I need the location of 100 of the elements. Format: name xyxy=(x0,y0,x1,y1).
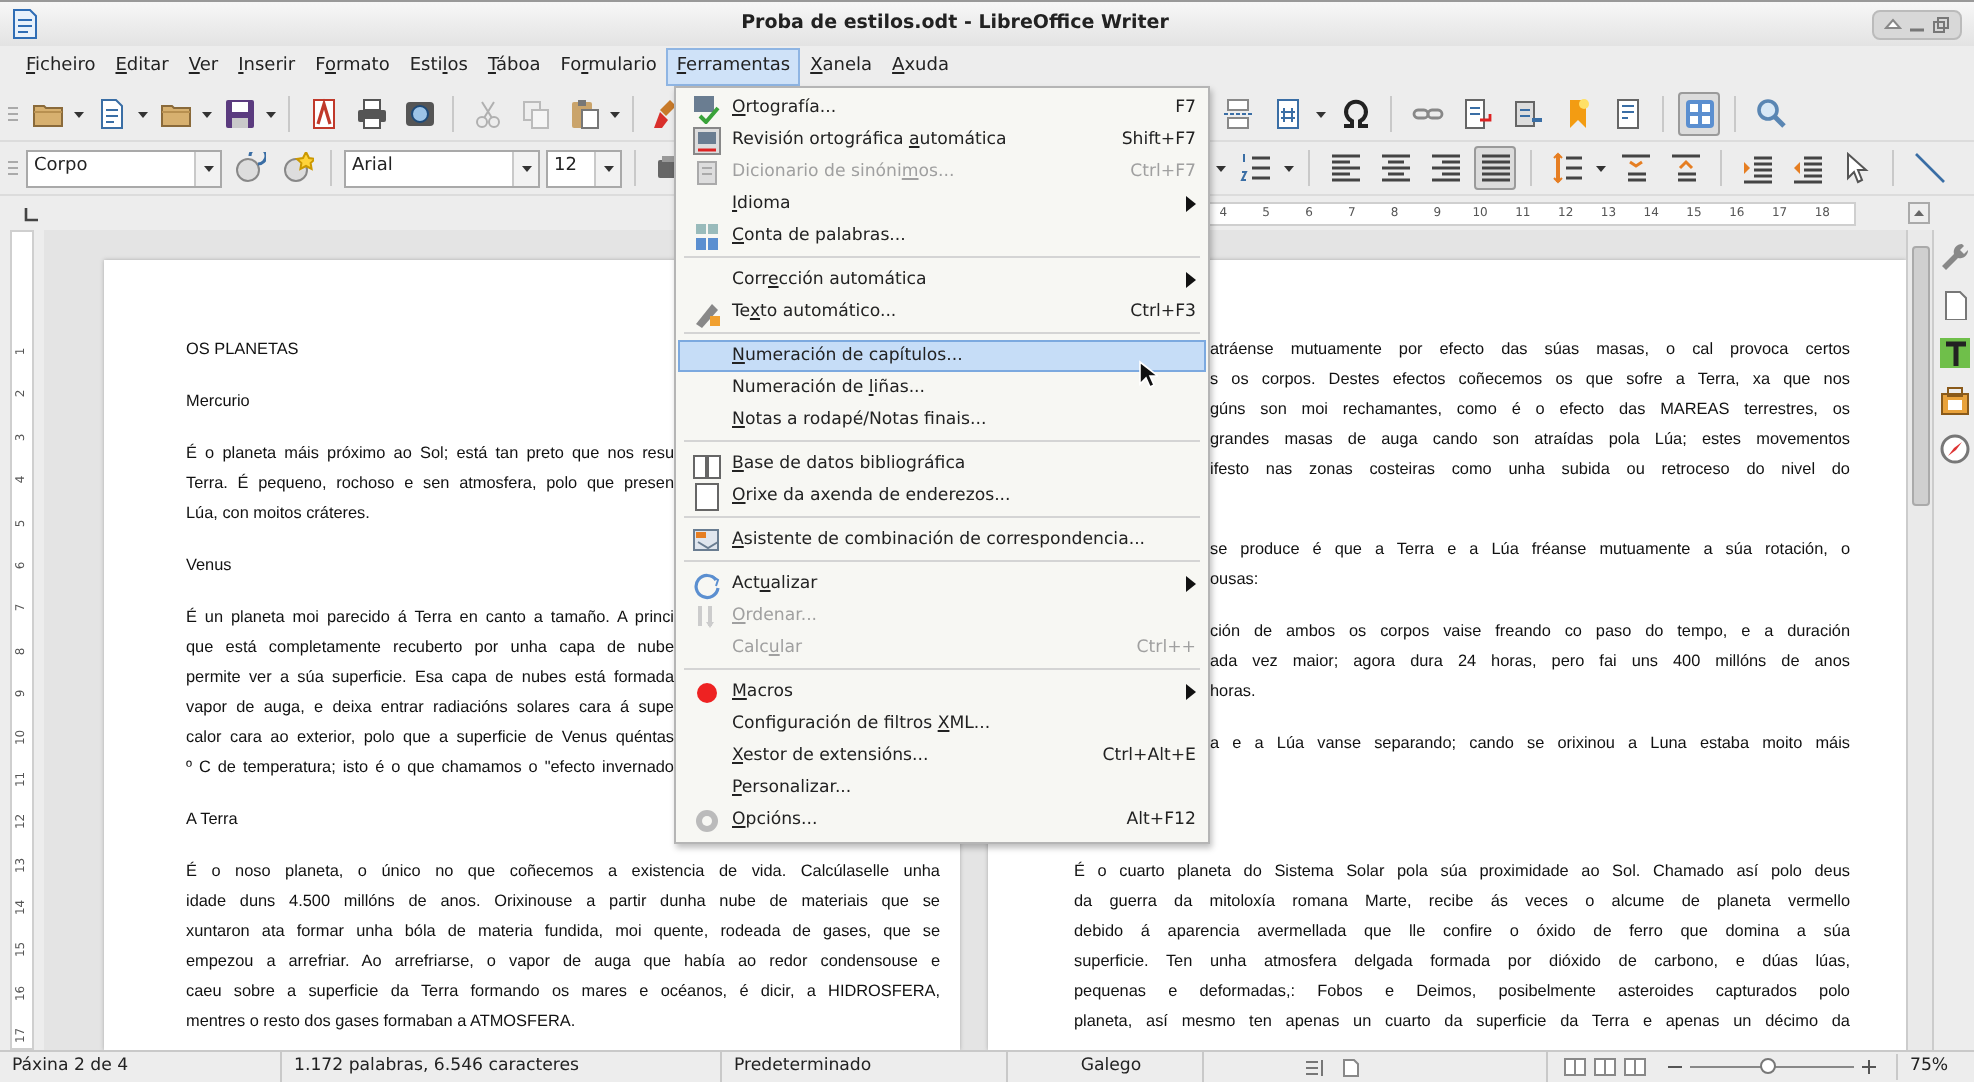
spacing-increase-icon[interactable] xyxy=(1619,152,1651,184)
menu-item[interactable]: Conta de palabras... xyxy=(678,220,1206,252)
caret-icon[interactable] xyxy=(1284,165,1294,171)
text-line: ousas: xyxy=(1210,568,1259,592)
menu-item[interactable]: Xanela xyxy=(800,47,883,87)
page-icon[interactable] xyxy=(1939,290,1969,320)
print-preview-icon[interactable] xyxy=(403,98,435,130)
compass-icon[interactable] xyxy=(1939,434,1969,464)
clipboard-icon[interactable] xyxy=(567,98,599,130)
caret-icon[interactable] xyxy=(138,111,148,117)
menu-item[interactable]: Formulario xyxy=(550,47,667,87)
caret-icon[interactable] xyxy=(1216,165,1226,171)
word-count-icon xyxy=(691,221,721,251)
menu-item[interactable]: Notas a rodapé/Notas finais... xyxy=(678,404,1206,436)
mail-merge-icon xyxy=(691,525,721,555)
book-icon xyxy=(691,449,721,479)
style-update-icon[interactable] xyxy=(233,152,265,184)
caret-icon[interactable] xyxy=(203,165,213,171)
align-left-icon xyxy=(1329,152,1361,184)
save-icon[interactable] xyxy=(223,98,255,130)
endnote-icon[interactable] xyxy=(1511,98,1543,130)
arrow-up-icon[interactable] xyxy=(1884,15,1902,33)
menu-item[interactable]: Ficheiro xyxy=(16,47,106,87)
numbered-list-icon[interactable] xyxy=(1239,152,1271,184)
scroll-up-icon[interactable] xyxy=(1908,202,1930,224)
scrollbar[interactable] xyxy=(1906,230,1932,1050)
justify-button[interactable] xyxy=(1474,146,1516,190)
zoom-in-icon[interactable] xyxy=(1862,1060,1876,1074)
text-line: s os corpos. Destes efectos coñecemos os que sofre a Terra, xa que nos xyxy=(1210,368,1850,392)
record-icon xyxy=(691,677,721,707)
cross-reference-icon[interactable] xyxy=(1611,98,1643,130)
restore-icon[interactable] xyxy=(1932,15,1950,33)
document-icon[interactable] xyxy=(95,98,127,130)
menu-item[interactable]: Táboa xyxy=(477,47,551,87)
page-view-icon[interactable] xyxy=(1594,1058,1616,1076)
menu-item[interactable]: Ortografía... F7 xyxy=(678,92,1206,124)
text-line: É o noso planeta, o único no que coñecemos a existencia de vida. Calcúlaselle unha xyxy=(186,859,940,884)
pdf-icon[interactable] xyxy=(307,98,339,130)
caret-icon[interactable] xyxy=(1596,165,1606,171)
page-break-icon[interactable] xyxy=(1221,98,1253,130)
menu-item[interactable]: Orixe da axenda de enderezos... xyxy=(678,480,1206,512)
new-style-icon[interactable] xyxy=(281,152,313,184)
menu-item[interactable]: Numeración de liñas... xyxy=(678,372,1206,404)
menu-item[interactable]: Idioma xyxy=(678,188,1206,220)
submenu-arrow-icon xyxy=(1186,684,1196,700)
picture-icon[interactable] xyxy=(1939,386,1969,416)
menu-item[interactable]: Xestor de extensións... Ctrl+Alt+E xyxy=(678,740,1206,772)
menu-item[interactable]: Editar xyxy=(105,47,179,87)
navigator-button[interactable] xyxy=(1678,92,1720,136)
menu-item[interactable]: Macros xyxy=(678,676,1206,708)
paragraph-style-combo[interactable]: Corpo xyxy=(26,149,222,187)
menu-item[interactable]: Configuración de filtros XML... xyxy=(678,708,1206,740)
caret-icon[interactable] xyxy=(603,165,613,171)
menu-item[interactable]: Opcións... Alt+F12 xyxy=(678,804,1206,836)
menu-item[interactable]: Inserir xyxy=(228,47,306,87)
field-icon[interactable] xyxy=(1271,98,1303,130)
page-style: Predeterminado xyxy=(734,1054,872,1080)
text-line: É o cuarto planeta do Sistema Solar pola súa proximidade ao Sol. Chamado así polo deus xyxy=(1074,859,1850,884)
pointer-icon[interactable] xyxy=(1841,152,1873,184)
menu-item[interactable]: Corrección automática xyxy=(678,264,1206,296)
page-view-icon[interactable] xyxy=(1564,1058,1586,1076)
wrench-icon[interactable] xyxy=(1939,242,1969,272)
tab-stop-icon[interactable] xyxy=(24,205,40,221)
menu-item[interactable]: Formato xyxy=(305,47,400,87)
font-name-combo[interactable]: Arial xyxy=(344,149,540,187)
menu-item[interactable]: Personalizar... xyxy=(678,772,1206,804)
indent-increase-icon[interactable] xyxy=(1741,152,1773,184)
zoom-out-icon[interactable] xyxy=(1668,1060,1682,1074)
line-icon[interactable] xyxy=(1913,152,1945,184)
text-line: horas. xyxy=(1210,680,1256,704)
spell-check-icon xyxy=(691,125,721,155)
menu-item[interactable]: Estilos xyxy=(399,47,478,87)
caret-icon[interactable] xyxy=(610,111,620,117)
menu-item[interactable]: Asistente de combinación de correspondencia... xyxy=(678,524,1206,556)
caret-icon[interactable] xyxy=(202,111,212,117)
caret-icon[interactable] xyxy=(74,111,84,117)
menu-item[interactable]: Numeración de capítulos... xyxy=(678,340,1206,372)
menu-item[interactable]: Ferramentas xyxy=(666,47,801,87)
text-line: calor cara ao exterior, polo que a superficie de Venus quéntas xyxy=(186,726,674,750)
spacing-decrease-icon[interactable] xyxy=(1669,152,1701,184)
page-view-icon[interactable] xyxy=(1624,1058,1646,1076)
slider-thumb[interactable] xyxy=(1760,1058,1777,1074)
document-status-icon xyxy=(1340,1057,1360,1077)
indent-decrease-icon[interactable] xyxy=(1791,152,1823,184)
menu-item[interactable]: Axuda xyxy=(882,47,959,87)
font-size-combo[interactable]: 12 xyxy=(546,149,622,187)
caret-icon[interactable] xyxy=(1316,111,1326,117)
caret-icon[interactable] xyxy=(521,165,531,171)
omega-icon[interactable] xyxy=(1339,98,1371,130)
caret-icon[interactable] xyxy=(266,111,276,117)
menu-item[interactable]: Revisión ortográfica automática Shift+F7 xyxy=(678,124,1206,156)
menu-item[interactable]: Base de datos bibliográfica xyxy=(678,448,1206,480)
text-line: debido á aparencia avermellada que lle confire o óxido de ferro que domina a súa xyxy=(1074,920,1850,944)
search-icon[interactable] xyxy=(1755,98,1787,130)
footnote-icon[interactable] xyxy=(1461,98,1493,130)
menu-item[interactable]: Ver xyxy=(178,47,229,87)
line-spacing-icon[interactable] xyxy=(1551,152,1583,184)
menu-item[interactable]: Actualizar xyxy=(678,568,1206,600)
menu-item[interactable]: Texto automático... Ctrl+F3 xyxy=(678,296,1206,328)
text-style-icon[interactable] xyxy=(1939,338,1969,368)
